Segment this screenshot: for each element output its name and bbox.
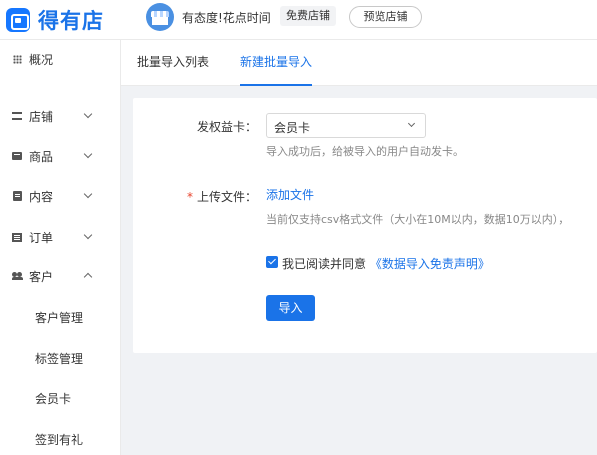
sidebar-item-goods[interactable]: 商品 [0, 144, 121, 168]
disclaimer-link[interactable]: 《数据导入免责声明》 [370, 257, 490, 271]
sidebar-item-label: 商品 [29, 149, 54, 164]
order-icon [12, 232, 22, 242]
sidebar: 概况 店铺 商品 内容 订单 客户 客户管理 标签管理 会员卡 签到有礼 [0, 40, 121, 455]
card-type-select[interactable]: 会员卡 [266, 113, 426, 138]
sidebar-subitem-member-card[interactable]: 会员卡 [35, 390, 71, 407]
chevron-up-icon [83, 272, 93, 282]
sidebar-item-label: 概况 [29, 52, 54, 67]
sidebar-item-content[interactable]: 内容 [0, 184, 121, 208]
tab-bar: 批量导入列表 新建批量导入 [121, 40, 597, 86]
sidebar-item-orders[interactable]: 订单 [0, 225, 121, 249]
sidebar-subitem-check-in-reward[interactable]: 签到有礼 [35, 431, 83, 448]
logo-text: 得有店 [38, 9, 104, 33]
goods-icon [12, 152, 22, 160]
sidebar-item-store[interactable]: 店铺 [0, 104, 121, 128]
shop-name[interactable]: 有态度!花点时间 [182, 9, 271, 26]
tab-import-list[interactable]: 批量导入列表 [137, 40, 209, 86]
sidebar-item-label: 内容 [29, 189, 54, 204]
grid-icon [12, 54, 22, 64]
card-type-value: 会员卡 [274, 121, 311, 135]
sidebar-item-label: 订单 [29, 230, 54, 245]
users-icon [12, 272, 23, 280]
agree-checkbox[interactable] [266, 256, 278, 268]
top-bar: 得有店 有态度!花点时间 免费店铺 预览店铺 [0, 0, 597, 40]
add-file-link[interactable]: 添加文件 [266, 186, 314, 203]
logo-icon [6, 8, 30, 32]
free-store-badge: 免费店铺 [280, 6, 336, 26]
import-button[interactable]: 导入 [266, 295, 315, 321]
content-icon [12, 191, 22, 201]
chevron-down-icon [83, 189, 93, 199]
chevron-down-icon [83, 230, 93, 240]
preview-store-button[interactable]: 预览店铺 [349, 6, 422, 28]
card-type-hint: 导入成功后，给被导入的用户自动发卡。 [266, 145, 464, 158]
shop-avatar[interactable] [146, 3, 174, 31]
sidebar-item-label: 店铺 [29, 109, 54, 124]
upload-file-label: * 上传文件： [187, 190, 258, 204]
agree-text: 我已阅读并同意 《数据导入免责声明》 [282, 257, 490, 271]
chevron-down-icon [83, 109, 93, 119]
upload-hint: 当前仅支持csv格式文件（大小在10M以内，数据10万以内）， [266, 213, 570, 226]
chevron-down-icon [83, 149, 93, 159]
sidebar-subitem-tag-management[interactable]: 标签管理 [35, 350, 83, 367]
sidebar-item-label: 客户 [29, 269, 54, 284]
tab-new-import[interactable]: 新建批量导入 [240, 40, 313, 86]
required-mark: * [187, 190, 193, 204]
sidebar-item-customers[interactable]: 客户 [0, 264, 121, 288]
sidebar-item-overview[interactable]: 概况 [0, 47, 121, 71]
card-type-label: 发权益卡： [197, 120, 258, 134]
store-icon [12, 112, 22, 120]
logo[interactable]: 得有店 [6, 5, 104, 35]
sidebar-subitem-customer-management[interactable]: 客户管理 [35, 309, 83, 326]
chevron-down-icon [407, 119, 416, 128]
